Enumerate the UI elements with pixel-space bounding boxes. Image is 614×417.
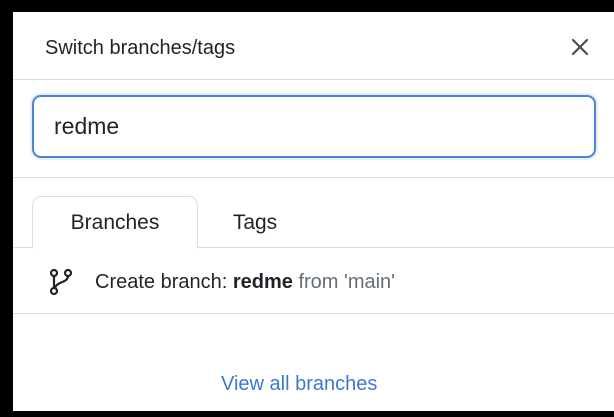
create-branch-name: redme	[232, 271, 293, 293]
branch-switcher-panel: Switch branches/tags Branches Tags Creat…	[13, 12, 614, 411]
panel-title: Switch branches/tags	[45, 37, 236, 59]
tab-tags-label: Tags	[232, 210, 278, 234]
view-all-branches-link[interactable]: View all branches	[221, 373, 377, 396]
create-branch-source: from 'main'	[298, 271, 395, 293]
tab-bar: Branches Tags	[13, 178, 614, 249]
search-section	[13, 80, 614, 178]
create-branch-item[interactable]: Create branch: redme from 'main'	[13, 248, 614, 314]
create-branch-prefix: Create branch:	[95, 271, 228, 293]
close-button[interactable]	[565, 32, 595, 62]
panel-header: Switch branches/tags	[13, 12, 614, 80]
tab-branches[interactable]: Branches	[32, 196, 198, 249]
tab-tags[interactable]: Tags	[213, 196, 297, 249]
branch-search-input[interactable]	[32, 95, 596, 158]
tab-branches-label: Branches	[70, 210, 160, 234]
close-icon	[571, 38, 589, 56]
git-branch-icon	[49, 268, 73, 296]
create-branch-text: Create branch: redme from 'main'	[95, 271, 395, 294]
